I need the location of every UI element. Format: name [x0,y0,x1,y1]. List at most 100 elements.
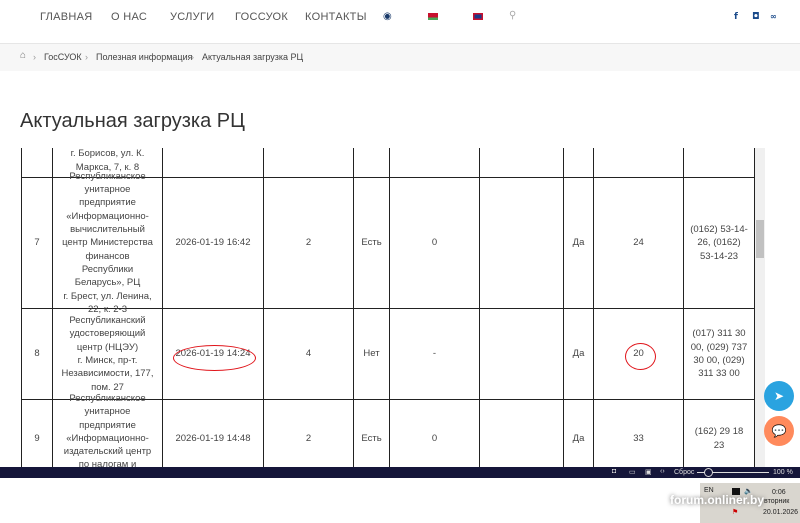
nav-gossuok[interactable]: ГОССУОК [235,11,288,23]
table-cell: 2026-01-19 14:48 [163,400,264,467]
table-cell: Есть [354,400,390,467]
cell-text: Есть [361,237,382,249]
cell-text: Республиканское унитарное предприятие «И… [63,392,152,467]
table-cell: (017) 311 30 00, (029) 737 30 00, (029) … [684,309,755,400]
table-cell: Есть [354,178,390,309]
network-error-icon[interactable]: ⚑ [732,508,738,516]
cell-text: (162) 29 18 23 [694,426,744,451]
cell-text: 8 [34,348,40,360]
breadcrumb-info[interactable]: Полезная информация [96,52,192,62]
cell-text: 0 [431,237,438,249]
breadcrumb: ⌂ › ГосСУОК › Полезная информация › Акту… [0,44,800,71]
image-icon[interactable]: ▣ [645,468,652,476]
table-cell [264,148,354,178]
chat-button[interactable]: 💬 [764,416,794,446]
table-cell: 4 [264,309,354,400]
clock-date: 20.01.2026 [763,509,799,516]
image-viewer-toolbar: ◘ ▭ ▣ ‹› Сброс 100 % [0,467,800,478]
cell-text: Да [572,237,585,249]
flag-by-icon[interactable] [428,13,438,20]
table-cell: 0 [390,400,480,467]
search-icon[interactable]: ⚲ [509,10,516,21]
cell-text: (0162) 53-14-26, (0162) 53-14-23 [690,224,748,262]
cell-text: 2 [305,432,312,444]
flag-uk-icon[interactable] [473,13,483,20]
breadcrumb-current: Актуальная загрузка РЦ [202,52,304,62]
nav-home[interactable]: ГЛАВНАЯ [40,11,93,23]
cell-text: Да [572,348,585,360]
table-cell: 7 [21,178,53,309]
clock-time[interactable]: 0:06 [772,489,786,496]
table-cell [21,148,53,178]
zoom-slider-handle[interactable] [704,468,713,477]
cell-text: 9 [34,432,40,444]
link-icon[interactable]: ∞ [770,12,777,21]
table-cell: 0 [390,178,480,309]
table-cell [354,148,390,178]
cell-text: 2026-01-19 14:48 [175,432,251,444]
table-cell: Республиканский удостоверяющий центр (НЦ… [53,309,163,400]
table-cell: 8 [21,309,53,400]
table-cell: 2026-01-19 16:42 [163,178,264,309]
cell-text: - [432,348,437,360]
scrollbar-thumb[interactable] [756,220,764,258]
table-cell: (0162) 53-14-26, (0162) 53-14-23 [684,178,755,309]
table-cell: Да [564,178,594,309]
table-cell [390,148,480,178]
cell-text: 7 [34,237,40,249]
scrollbar[interactable] [755,148,765,467]
breadcrumb-gossuok[interactable]: ГосСУОК [44,52,82,62]
chat-icon: 💬 [771,424,787,438]
table-cell [480,309,564,400]
table-cell: - [390,309,480,400]
top-nav: ГЛАВНАЯ О НАС УСЛУГИ ГОССУОК КОНТАКТЫ ◉ … [0,0,800,44]
table-cell: Республиканское унитарное предприятие «И… [53,393,163,467]
nav-contacts[interactable]: КОНТАКТЫ [305,11,367,23]
cell-text: Республиканский удостоверяющий центр (НЦ… [61,315,154,393]
table-cell: Да [564,309,594,400]
table-cell [480,400,564,467]
cell-text: 2 [305,237,312,249]
table-cell: Нет [354,309,390,400]
table-cell: 2 [264,178,354,309]
eye-icon[interactable]: ◉ [383,11,392,22]
cell-text: Да [572,432,585,444]
table-cell: 24 [594,178,684,309]
page-title: Актуальная загрузка РЦ [20,110,245,132]
annotation-oval-count [625,343,656,370]
facebook-icon[interactable]: f [734,12,738,22]
table-cell [594,148,684,178]
clock-day: вторник [764,498,790,505]
watermark: forum.onliner.by [670,493,765,507]
cell-text: 0 [431,432,438,444]
reset-button[interactable]: Сброс [674,469,694,476]
table-cell: 2 [264,400,354,467]
table-cell [163,148,264,178]
chevron-icon: › [33,52,36,62]
cell-text: (017) 311 30 00, (029) 737 30 00, (029) … [690,328,748,380]
instagram-icon[interactable]: ◘ [752,12,760,22]
zoom-level: 100 % [773,469,793,476]
arrows-icon[interactable]: ‹› [660,468,665,475]
table-cell: 33 [594,400,684,467]
cell-text: Нет [363,348,380,360]
table-cell: 9 [21,400,53,467]
nav-about[interactable]: О НАС [111,11,147,23]
chevron-icon: › [191,52,194,62]
table-cell: (162) 29 18 23 [684,400,755,467]
cell-text: 2026-01-19 16:42 [175,237,251,249]
cell-text: Республиканское унитарное предприятие «И… [62,170,153,315]
table-cell: Да [564,400,594,467]
table-cell [480,178,564,309]
annotation-oval-date [173,345,256,371]
telegram-button[interactable]: ➤ [764,381,794,411]
telegram-icon: ➤ [773,389,785,403]
camera-icon[interactable]: ◘ [612,468,616,475]
nav-services[interactable]: УСЛУГИ [170,11,214,23]
home-icon[interactable]: ⌂ [20,50,26,61]
table-cell [480,148,564,178]
window-icon[interactable]: ▭ [629,468,636,476]
cell-text: 33 [633,432,644,444]
cell-text: 4 [305,348,312,360]
cell-text: 24 [633,237,644,249]
